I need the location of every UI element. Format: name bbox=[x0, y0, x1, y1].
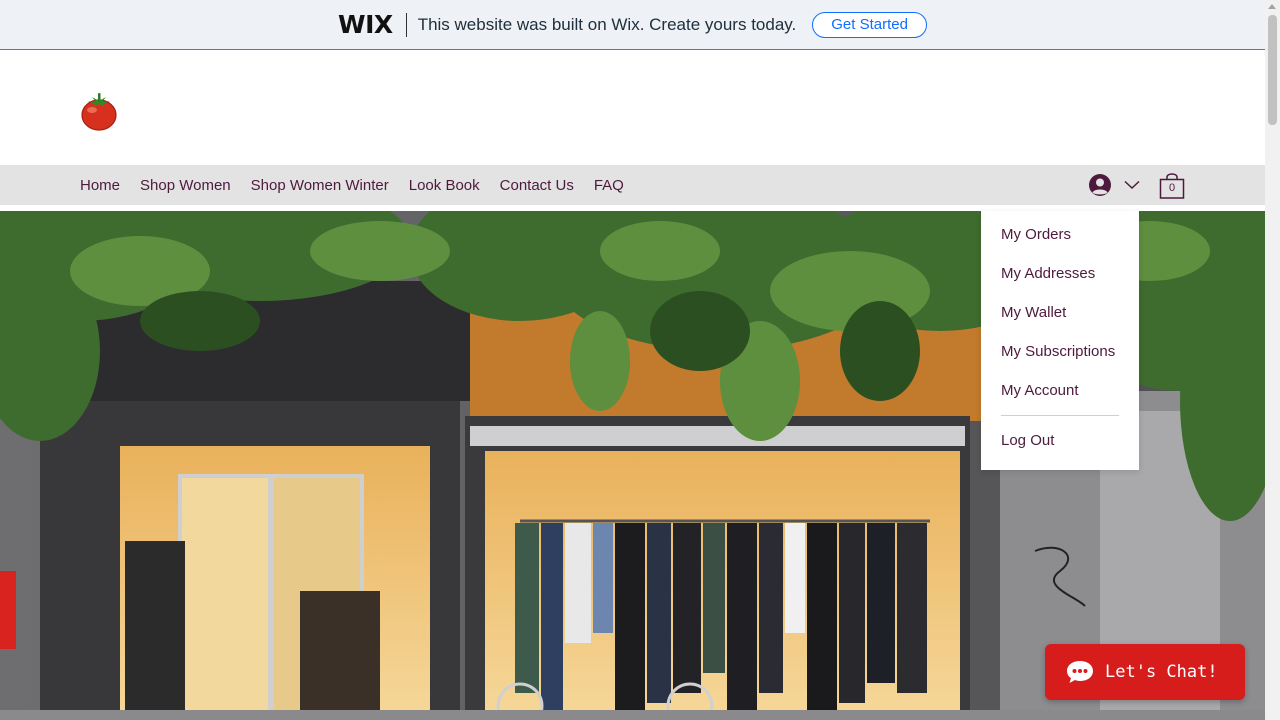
account-menu-button[interactable] bbox=[1088, 174, 1142, 196]
menu-item-my-addresses[interactable]: My Addresses bbox=[1001, 265, 1095, 282]
page-scrollbar[interactable] bbox=[1265, 0, 1280, 720]
nav-home[interactable]: Home bbox=[80, 177, 120, 194]
cart-button[interactable]: 0 bbox=[1159, 171, 1185, 199]
chat-button[interactable]: Let's Chat! bbox=[1045, 644, 1245, 700]
scroll-thumb[interactable] bbox=[1268, 15, 1277, 125]
banner-separator bbox=[405, 12, 407, 37]
account-dropdown-menu: My Orders My Addresses My Wallet My Subs… bbox=[981, 211, 1139, 470]
menu-item-log-out[interactable]: Log Out bbox=[1001, 432, 1054, 449]
main-navigation: Home Shop Women Shop Women Winter Look B… bbox=[0, 165, 1265, 205]
nav-shop-women-winter[interactable]: Shop Women Winter bbox=[251, 177, 389, 194]
chevron-down-icon bbox=[1124, 180, 1140, 190]
wix-banner: WIX This website was built on Wix. Creat… bbox=[0, 0, 1265, 50]
chat-label: Let's Chat! bbox=[1105, 662, 1218, 682]
nav-contact-us[interactable]: Contact Us bbox=[500, 177, 574, 194]
scroll-up-arrow-icon[interactable] bbox=[1268, 4, 1276, 9]
menu-item-my-account[interactable]: My Account bbox=[1001, 382, 1079, 399]
cart-count: 0 bbox=[1168, 182, 1176, 194]
menu-item-my-orders[interactable]: My Orders bbox=[1001, 226, 1071, 243]
nav-menu: Home Shop Women Shop Women Winter Look B… bbox=[80, 165, 644, 205]
banner-message: This website was built on Wix. Create yo… bbox=[417, 14, 797, 34]
user-avatar-icon bbox=[1089, 174, 1111, 196]
tomato-icon[interactable] bbox=[80, 91, 118, 131]
get-started-button[interactable]: Get Started bbox=[812, 11, 927, 38]
menu-item-my-wallet[interactable]: My Wallet bbox=[1001, 304, 1066, 321]
chat-bubble-icon bbox=[1067, 661, 1093, 683]
wix-logo[interactable]: WIX bbox=[338, 10, 393, 39]
nav-shop-women[interactable]: Shop Women bbox=[140, 177, 231, 194]
menu-divider bbox=[1001, 415, 1119, 416]
site-header bbox=[0, 51, 1265, 165]
menu-item-my-subscriptions[interactable]: My Subscriptions bbox=[1001, 343, 1115, 360]
nav-look-book[interactable]: Look Book bbox=[409, 177, 480, 194]
nav-faq[interactable]: FAQ bbox=[594, 177, 624, 194]
